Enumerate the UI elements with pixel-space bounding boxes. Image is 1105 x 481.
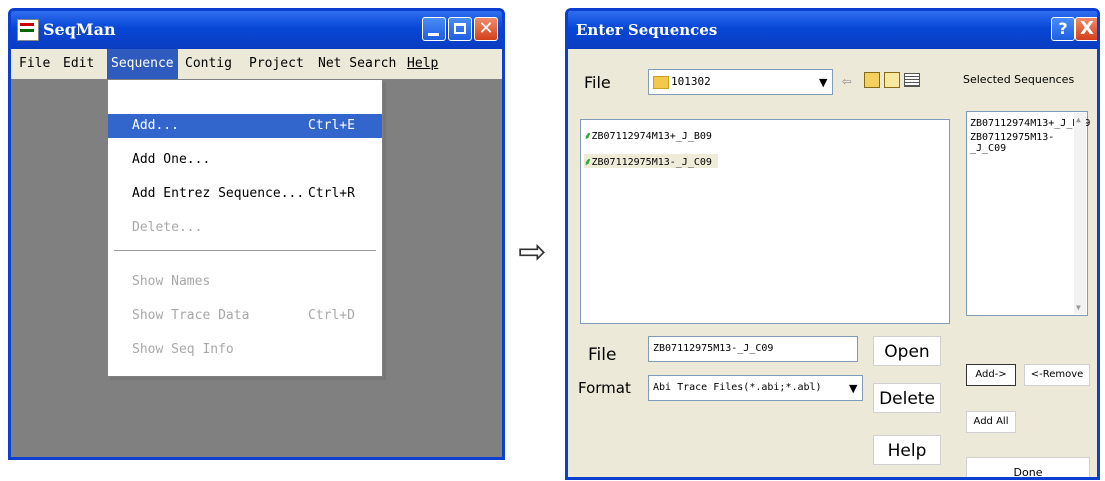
remove-button[interactable]: <-Remove xyxy=(1024,364,1090,386)
delete-button[interactable]: Delete xyxy=(873,383,941,413)
menu-help[interactable]: Help xyxy=(407,56,438,71)
scroll-up-icon: ▲ xyxy=(1076,115,1081,124)
maximize-icon xyxy=(454,23,466,34)
filename-input[interactable]: ZB07112975M13-_J_C09 xyxy=(648,336,858,362)
chevron-down-icon: ▼ xyxy=(849,382,858,395)
menu-net-search[interactable]: Net Search xyxy=(318,56,396,71)
help-button[interactable]: Help xyxy=(873,435,941,465)
add-all-button[interactable]: Add All xyxy=(966,411,1016,433)
scroll-down-icon: ▼ xyxy=(1076,303,1081,312)
title-bar: SeqMan ✕ xyxy=(11,11,502,49)
format-dropdown[interactable]: Abi Trace Files(*.abi;*.abl) ▼ xyxy=(648,375,863,401)
folder-dropdown[interactable]: 101302 ▼ xyxy=(648,69,833,95)
sequence-file-icon: ⸙ xyxy=(584,131,592,142)
file-label: File xyxy=(584,73,611,92)
scrollbar[interactable]: ▲ ▼ xyxy=(1074,113,1086,314)
view-menu-icon[interactable] xyxy=(904,73,920,87)
selected-item[interactable]: ZB07112974M13+_J_B09 xyxy=(970,118,1090,129)
seqman-window: SeqMan ✕ File Edit Sequence Contig Proje… xyxy=(8,8,505,460)
menu-item-show-trace[interactable]: Show Trace Data Ctrl+D xyxy=(108,304,382,328)
done-button[interactable]: Done xyxy=(966,457,1090,477)
format-label: Format xyxy=(578,379,631,397)
menu-bar: File Edit Sequence Contig Project Net Se… xyxy=(11,49,502,79)
dialog-close-button[interactable]: X xyxy=(1075,17,1097,41)
minimize-button[interactable] xyxy=(422,17,446,41)
menu-file[interactable]: File xyxy=(19,56,50,71)
dialog-title: Enter Sequences xyxy=(576,21,718,39)
folder-name: 101302 xyxy=(671,75,711,88)
file-list[interactable]: ⸙ZB07112974M13+_J_B09 ⸙ZB07112975M13-_J_… xyxy=(580,119,950,324)
menu-item-delete[interactable]: Delete... xyxy=(108,216,382,240)
menu-project[interactable]: Project xyxy=(249,56,304,71)
menu-item-add-one[interactable]: Add One... xyxy=(108,148,382,172)
menu-item-show-seq-info[interactable]: Show Seq Info xyxy=(108,338,382,362)
sequence-file-icon: ⸙ xyxy=(584,157,592,168)
menu-item-add[interactable]: Add... Ctrl+E xyxy=(108,114,382,138)
transition-arrow: ⇨ xyxy=(518,232,547,272)
menu-edit[interactable]: Edit xyxy=(63,56,94,71)
menu-item-add-entrez[interactable]: Add Entrez Sequence... Ctrl+R xyxy=(108,182,382,206)
chevron-down-icon: ▼ xyxy=(819,76,828,89)
list-item[interactable]: ⸙ZB07112975M13-_J_C09 xyxy=(584,154,718,168)
enter-sequences-dialog: Enter Sequences ? X File 101302 ▼ ⇦ ⸙ZB0… xyxy=(565,8,1100,480)
close-button[interactable]: ✕ xyxy=(474,17,498,41)
window-title: SeqMan xyxy=(43,20,116,39)
back-icon[interactable]: ⇦ xyxy=(842,71,852,90)
maximize-button[interactable] xyxy=(448,17,472,41)
menu-sequence[interactable]: Sequence xyxy=(107,49,178,79)
menu-item-show-names[interactable]: Show Names xyxy=(108,270,382,294)
add-button[interactable]: Add-> xyxy=(966,364,1016,386)
dialog-title-bar: Enter Sequences ? X xyxy=(568,11,1097,49)
folder-icon xyxy=(653,76,669,89)
new-folder-icon[interactable] xyxy=(884,72,900,88)
menu-separator xyxy=(114,250,376,251)
open-button[interactable]: Open xyxy=(873,336,941,366)
selected-sequences-label: Selected Sequences xyxy=(963,73,1075,86)
selected-list[interactable]: ZB07112974M13+_J_B09 ZB07112975M13-_J_C0… xyxy=(966,111,1090,316)
up-folder-icon[interactable] xyxy=(864,72,880,88)
selected-item[interactable]: ZB07112975M13-_J_C09 xyxy=(970,132,1087,154)
minimize-icon xyxy=(428,33,439,36)
filename-label: File xyxy=(588,345,617,365)
sequence-dropdown: Add... Ctrl+E Add One... Add Entrez Seque… xyxy=(107,79,383,377)
app-icon xyxy=(17,19,39,41)
help-title-button[interactable]: ? xyxy=(1051,17,1075,41)
list-item[interactable]: ⸙ZB07112974M13+_J_B09 xyxy=(584,128,712,142)
menu-contig[interactable]: Contig xyxy=(185,56,232,71)
